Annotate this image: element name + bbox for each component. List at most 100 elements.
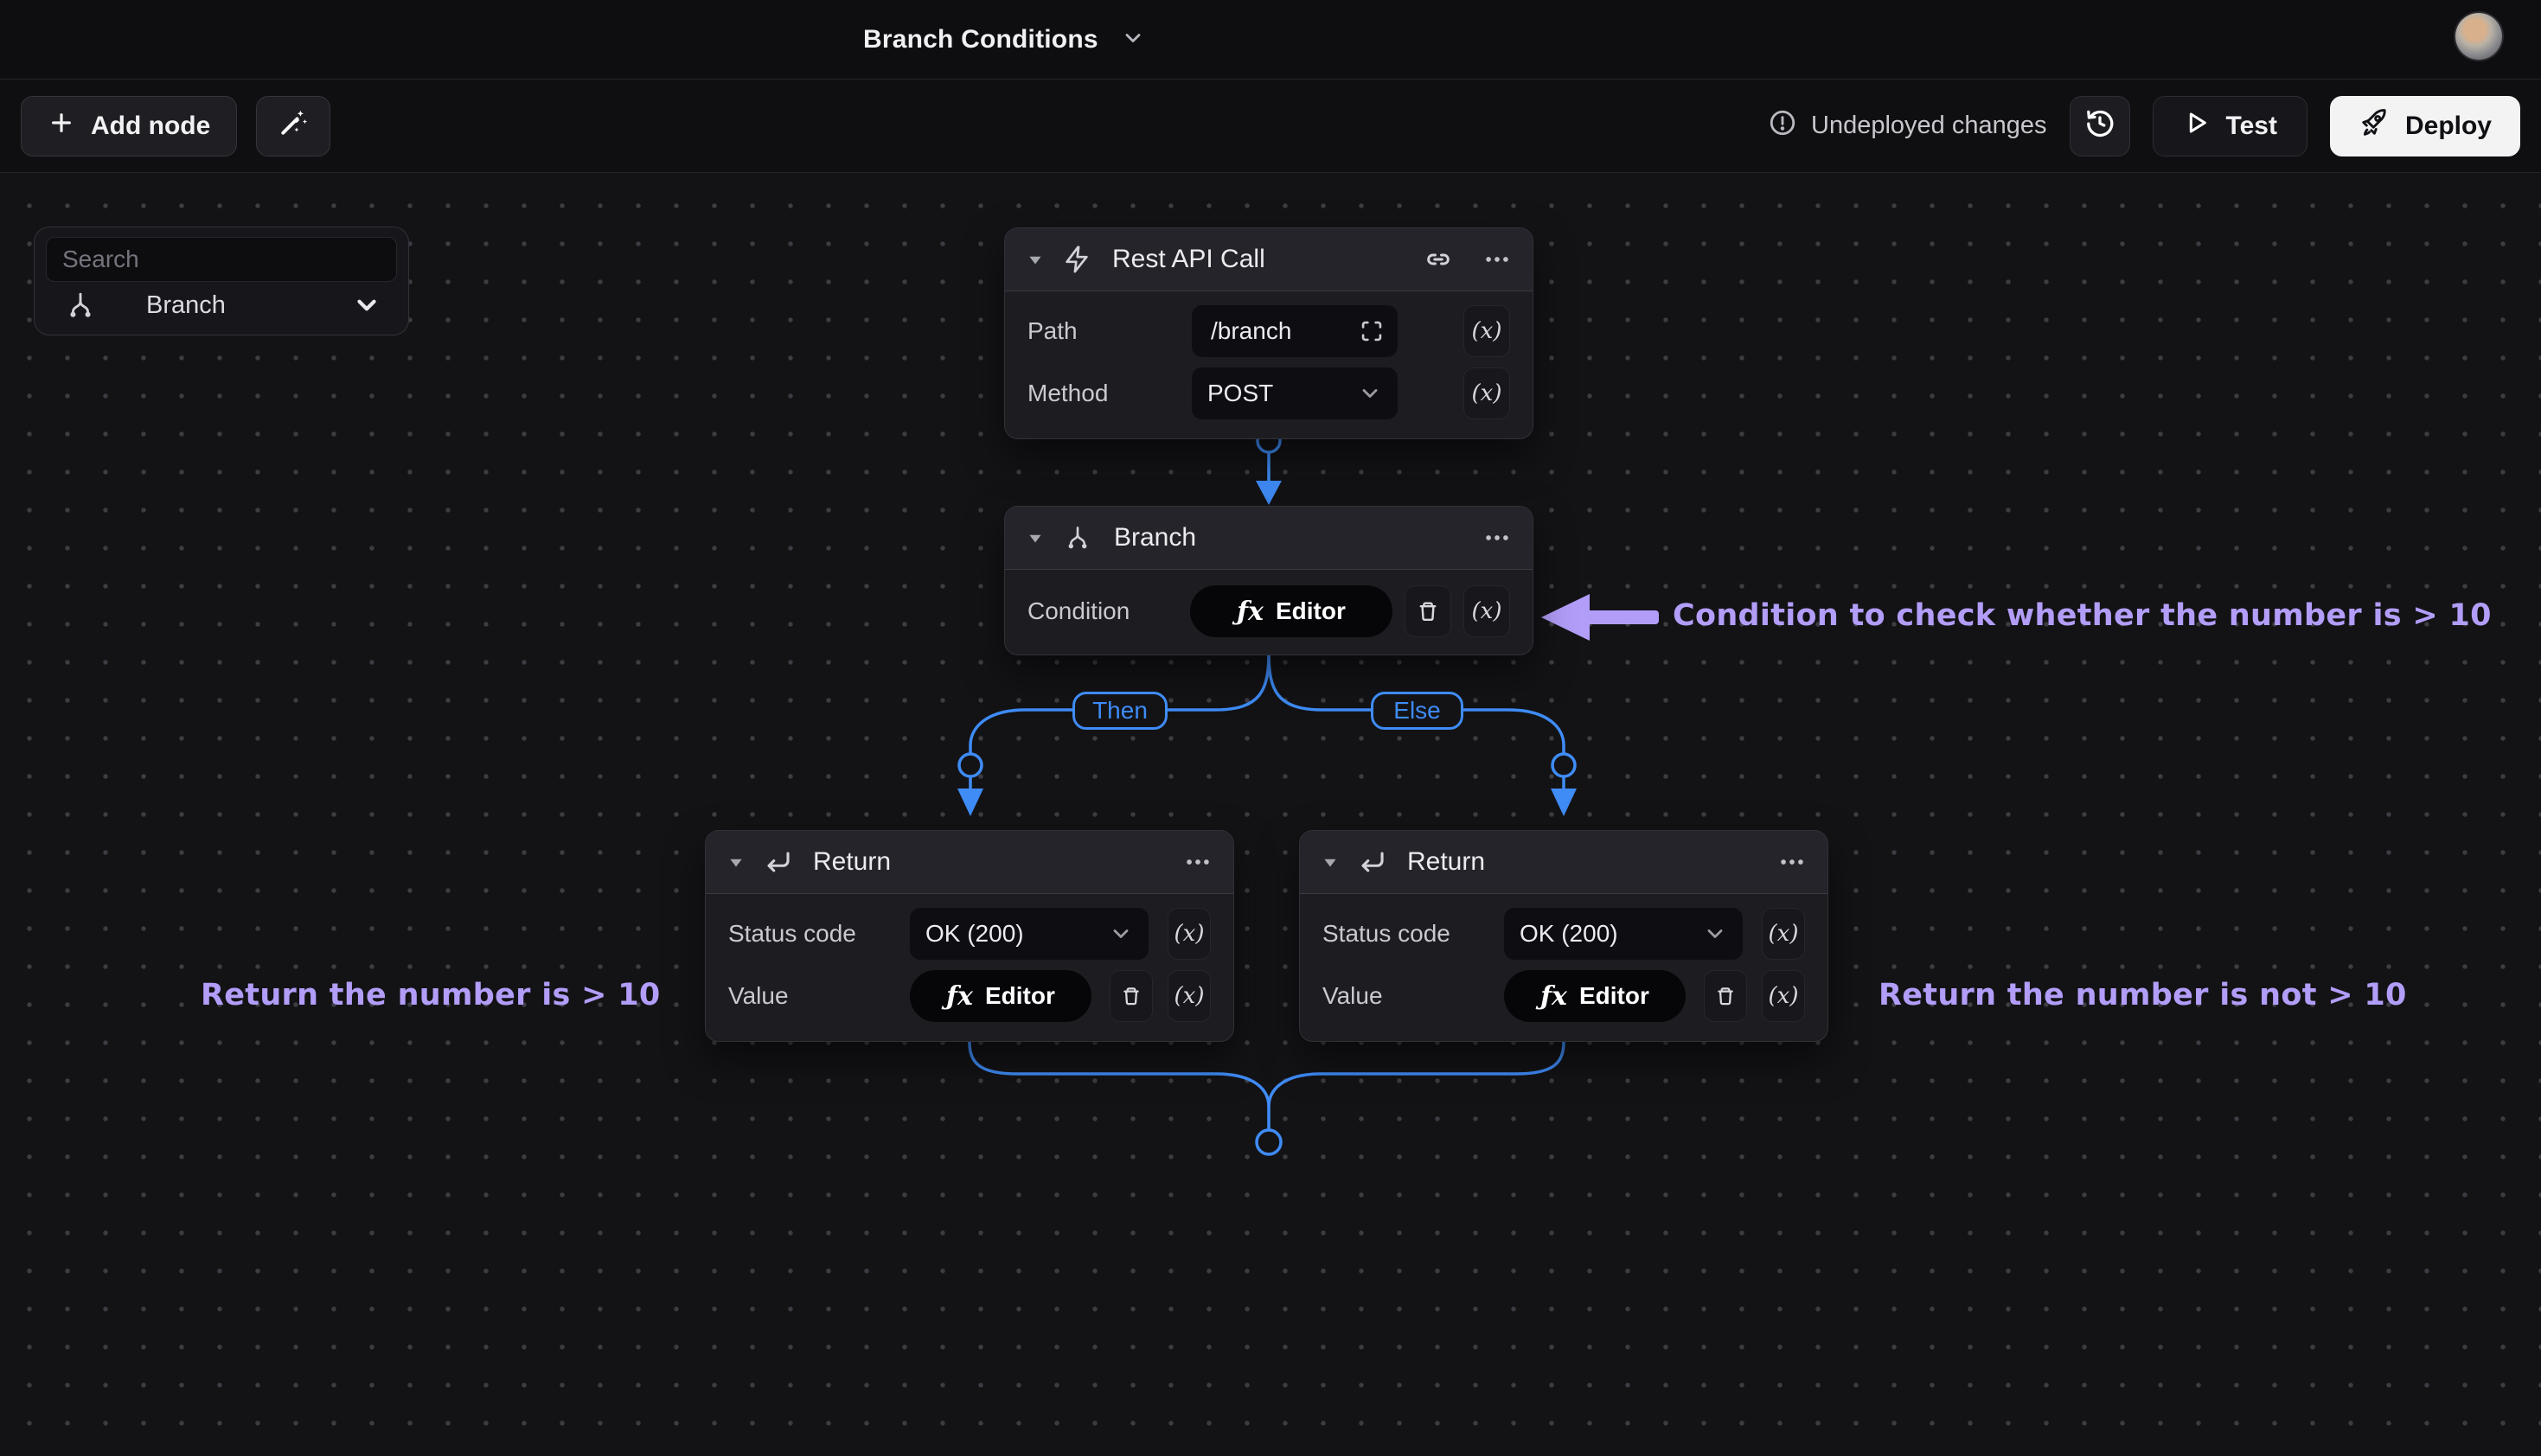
node-header: Return — [706, 831, 1233, 894]
field-status-code: Status code OK (200) (x) — [728, 908, 1211, 960]
node-palette: Branch — [34, 227, 409, 335]
node-body: Condition ƒx Editor (x) — [1005, 570, 1533, 655]
condition-editor-button[interactable]: ƒx Editor — [1190, 585, 1392, 637]
add-node-button[interactable]: Add node — [21, 96, 237, 156]
condition-variable-button[interactable]: (x) — [1463, 585, 1510, 637]
path-variable-button[interactable]: (x) — [1463, 305, 1510, 357]
app: Branch Conditions Add node — [0, 0, 2541, 1456]
value-editor-button[interactable]: ƒx Editor — [1504, 970, 1686, 1022]
flow-canvas[interactable]: Branch Rest API Call — [0, 173, 2541, 1456]
status-code-select[interactable]: OK (200) — [910, 908, 1149, 960]
fx-icon: ƒx — [946, 981, 973, 1012]
zap-icon — [1062, 245, 1091, 274]
toolbar-right: Undeployed changes Test — [1768, 96, 2520, 156]
more-menu-icon[interactable] — [1482, 523, 1512, 552]
trash-icon — [1120, 985, 1142, 1007]
collapse-caret-icon[interactable] — [1026, 528, 1045, 547]
else-port[interactable] — [1552, 754, 1575, 776]
more-menu-icon[interactable] — [1183, 847, 1213, 877]
fx-icon: ƒx — [1237, 597, 1264, 627]
node-header: Rest API Call — [1005, 228, 1533, 291]
test-label: Test — [2226, 112, 2277, 141]
node-rest-api-call[interactable]: Rest API Call Path — [1004, 227, 1533, 439]
annotation-arrow — [1541, 594, 1659, 641]
chevron-down-icon[interactable] — [352, 291, 381, 320]
play-icon — [2183, 109, 2211, 144]
status-code-select[interactable]: OK (200) — [1504, 908, 1743, 960]
field-method: Method POST (x) — [1027, 367, 1510, 419]
then-port[interactable] — [959, 754, 982, 776]
expand-icon[interactable] — [1360, 319, 1384, 343]
value-variable-button[interactable]: (x) — [1168, 970, 1211, 1022]
else-edge-label: Else — [1371, 692, 1463, 730]
method-variable-button[interactable]: (x) — [1463, 367, 1510, 419]
collapse-caret-icon[interactable] — [1321, 853, 1340, 872]
annotation-else: Return the number is not > 10 — [1879, 978, 2407, 1012]
annotation-condition: Condition to check whether the number is… — [1673, 598, 2492, 633]
branch-icon — [63, 288, 98, 322]
field-value: Value ƒx Editor (x) — [1322, 970, 1805, 1022]
node-return-then[interactable]: Return Status code OK (200) (x) — [705, 830, 1234, 1042]
node-title: Rest API Call — [1112, 245, 1406, 274]
more-menu-icon[interactable] — [1777, 847, 1807, 877]
node-branch[interactable]: Branch Condition ƒx Editor — [1004, 506, 1533, 655]
field-label: Value — [1322, 982, 1504, 1010]
method-select[interactable]: POST — [1192, 367, 1398, 419]
link-icon[interactable] — [1424, 245, 1453, 274]
plus-icon — [48, 109, 75, 144]
palette-item-branch[interactable]: Branch — [46, 284, 397, 327]
field-label: Status code — [1322, 920, 1504, 948]
page-title: Branch Conditions — [863, 25, 1098, 54]
chevron-down-icon — [1703, 922, 1727, 946]
ai-assist-button[interactable] — [256, 96, 330, 156]
condition-delete-button[interactable] — [1405, 585, 1451, 637]
magic-wand-icon — [278, 107, 309, 145]
path-input[interactable] — [1192, 305, 1398, 357]
deploy-button[interactable]: Deploy — [2330, 96, 2520, 156]
more-menu-icon[interactable] — [1482, 245, 1512, 274]
undeployed-label: Undeployed changes — [1811, 112, 2046, 140]
test-button[interactable]: Test — [2153, 96, 2307, 156]
node-title: Return — [813, 847, 1166, 877]
search-input[interactable] — [46, 237, 397, 282]
trash-icon — [1714, 985, 1737, 1007]
status-variable-button[interactable]: (x) — [1168, 908, 1211, 960]
arrowhead-branch — [1256, 481, 1282, 505]
alert-circle-icon — [1768, 108, 1797, 144]
undeployed-status: Undeployed changes — [1768, 108, 2046, 144]
node-body: Status code OK (200) (x) Value ƒx — [706, 894, 1233, 1041]
fx-icon: ƒx — [1540, 981, 1567, 1012]
palette-item-label: Branch — [146, 291, 226, 320]
deploy-label: Deploy — [2405, 112, 2492, 141]
node-body: Status code OK (200) (x) Value ƒx — [1300, 894, 1827, 1041]
toolbar: Add node Undeployed changes — [0, 80, 2541, 173]
arrowhead-return-else — [1551, 789, 1577, 816]
field-label: Value — [728, 982, 910, 1010]
merge-port[interactable] — [1257, 1130, 1281, 1154]
collapse-caret-icon[interactable] — [726, 853, 746, 872]
field-condition: Condition ƒx Editor (x) — [1027, 585, 1510, 637]
path-value[interactable] — [1209, 316, 1360, 346]
node-return-else[interactable]: Return Status code OK (200) (x) — [1299, 830, 1828, 1042]
trash-icon — [1416, 599, 1440, 623]
flow-title-dropdown[interactable]: Branch Conditions — [863, 0, 1145, 80]
field-value: Value ƒx Editor (x) — [728, 970, 1211, 1022]
collapse-caret-icon[interactable] — [1026, 250, 1045, 269]
title-bar: Branch Conditions — [0, 0, 2541, 80]
value-variable-button[interactable]: (x) — [1762, 970, 1805, 1022]
branch-icon — [1062, 522, 1093, 553]
node-header: Branch — [1005, 507, 1533, 570]
field-label: Status code — [728, 920, 910, 948]
history-button[interactable] — [2070, 96, 2130, 156]
avatar[interactable] — [2455, 13, 2502, 60]
value-editor-button[interactable]: ƒx Editor — [910, 970, 1091, 1022]
node-title: Branch — [1114, 523, 1465, 552]
node-header: Return — [1300, 831, 1827, 894]
history-icon — [2084, 107, 2115, 145]
value-delete-button[interactable] — [1704, 970, 1747, 1022]
edge-merge-left — [970, 1029, 1269, 1129]
value-delete-button[interactable] — [1110, 970, 1153, 1022]
node-title: Return — [1407, 847, 1760, 877]
chevron-down-icon — [1109, 922, 1133, 946]
status-variable-button[interactable]: (x) — [1762, 908, 1805, 960]
